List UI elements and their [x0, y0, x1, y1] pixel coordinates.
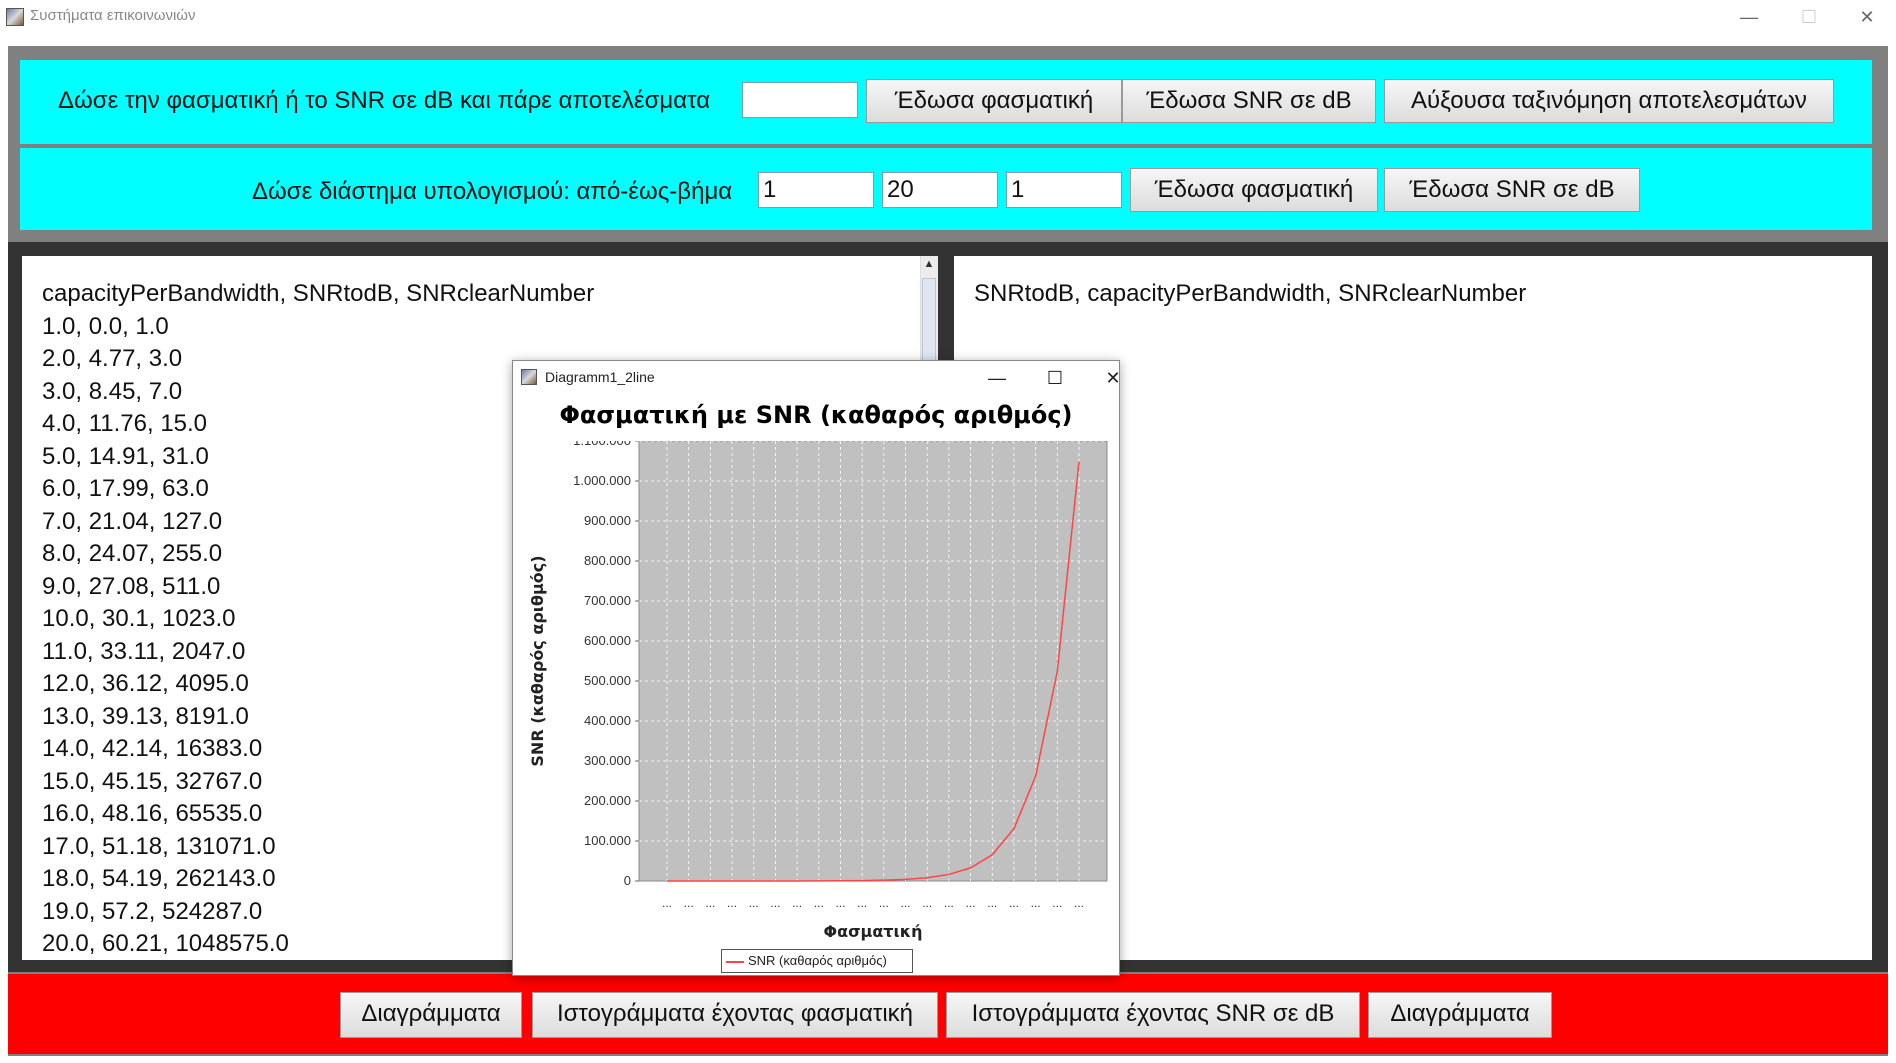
popup-app-icon — [521, 369, 537, 385]
chart-title: Φασματική με SNR (καθαρός αριθμός) — [559, 401, 1073, 429]
sort-results-button[interactable]: Αύξουσα ταξινόμηση αποτελεσμάτων — [1384, 79, 1834, 123]
x-tick-label: ... — [944, 896, 954, 910]
x-tick-label: ... — [1052, 896, 1062, 910]
x-axis-label: Φασματική — [823, 922, 922, 941]
range-snr-db-button[interactable]: Έδωσα SNR σε dB — [1384, 168, 1640, 212]
x-tick-label: ... — [1009, 896, 1019, 910]
y-tick-label: 900.000 — [584, 513, 631, 528]
x-tick-label: ... — [770, 896, 780, 910]
y-tick-label: 600.000 — [584, 633, 631, 648]
y-tick-label: 1.100.000 — [573, 441, 631, 448]
y-tick-label: 800.000 — [584, 553, 631, 568]
histograms-snr-db-button[interactable]: Ιστογράμματα έχοντας SNR σε dB — [946, 992, 1360, 1038]
y-tick-label: 0 — [624, 873, 631, 888]
x-tick-label: ... — [684, 896, 694, 910]
y-tick-label: 200.000 — [584, 793, 631, 808]
popup-minimize-button[interactable]: — — [973, 361, 1021, 395]
y-tick-label: 400.000 — [584, 713, 631, 728]
histograms-spectral-button[interactable]: Ιστογράμματα έχοντας φασματική — [532, 992, 938, 1038]
x-tick-label: ... — [749, 896, 759, 910]
y-axis-label: SNR (καθαρός αριθμός) — [528, 555, 547, 766]
y-tick-label: 300.000 — [584, 753, 631, 768]
legend-label: SNR (καθαρός αριθμός) — [748, 953, 887, 968]
x-tick-label: ... — [727, 896, 737, 910]
x-tick-label: ... — [857, 896, 867, 910]
scroll-thumb[interactable] — [922, 278, 936, 362]
range-step-input[interactable]: 1 — [1006, 172, 1122, 208]
x-tick-label: ... — [792, 896, 802, 910]
title-bar — [0, 0, 1896, 34]
y-tick-label: 700.000 — [584, 593, 631, 608]
x-tick-label: ... — [705, 896, 715, 910]
x-tick-label: ... — [1074, 896, 1084, 910]
x-tick-label: ... — [814, 896, 824, 910]
range-spectral-button[interactable]: Έδωσα φασματική — [1130, 168, 1378, 212]
single-input-label: Δώσε την φασματική ή το SNR σε dB και πά… — [58, 87, 711, 114]
plot-area — [638, 441, 1108, 882]
popup-title: Diagramm1_2line — [545, 369, 655, 385]
x-tick-label: ... — [966, 896, 976, 910]
spectral-button[interactable]: Έδωσα φασματική — [866, 79, 1122, 123]
x-tick-label: ... — [662, 896, 672, 910]
legend-swatch — [726, 960, 744, 963]
x-tick-label: ... — [901, 896, 911, 910]
y-tick-label: 100.000 — [584, 833, 631, 848]
x-tick-label: ... — [879, 896, 889, 910]
line-chart: 0 100.000 200.000 300.000 400.000 500.000 600.… — [528, 441, 1108, 941]
maximize-button[interactable]: ☐ — [1786, 0, 1832, 34]
x-tick-label: ... — [922, 896, 932, 910]
range-from-input[interactable]: 1 — [758, 172, 874, 208]
close-button[interactable]: ✕ — [1844, 0, 1890, 34]
popup-maximize-button[interactable]: ☐ — [1031, 361, 1079, 395]
chart-popup-window: Diagramm1_2line — ☐ ✕ Φασματική με SNR (… — [512, 360, 1121, 976]
app-icon — [6, 8, 24, 26]
x-tick-label: ... — [835, 896, 845, 910]
scroll-up-icon[interactable]: ▲ — [921, 258, 937, 274]
diagrams-button-2[interactable]: Διαγράμματα — [1368, 992, 1552, 1038]
range-to-input[interactable]: 20 — [882, 172, 998, 208]
diagrams-button[interactable]: Διαγράμματα — [340, 992, 522, 1038]
y-tick-label: 500.000 — [584, 673, 631, 688]
value-input[interactable] — [742, 82, 858, 118]
x-tick-label: ... — [987, 896, 997, 910]
x-tick-label: ... — [1031, 896, 1041, 910]
popup-close-button[interactable]: ✕ — [1089, 361, 1137, 395]
range-label: Δώσε διάστημα υπολογισμού: από-έως-βήμα — [252, 178, 733, 205]
chart-legend: SNR (καθαρός αριθμός) — [721, 949, 913, 973]
window-title: Συστήματα επικοινωνιών — [30, 7, 196, 24]
y-tick-label: 1.000.000 — [573, 473, 631, 488]
minimize-button[interactable]: — — [1726, 0, 1772, 34]
snr-db-button[interactable]: Έδωσα SNR σε dB — [1122, 79, 1376, 123]
